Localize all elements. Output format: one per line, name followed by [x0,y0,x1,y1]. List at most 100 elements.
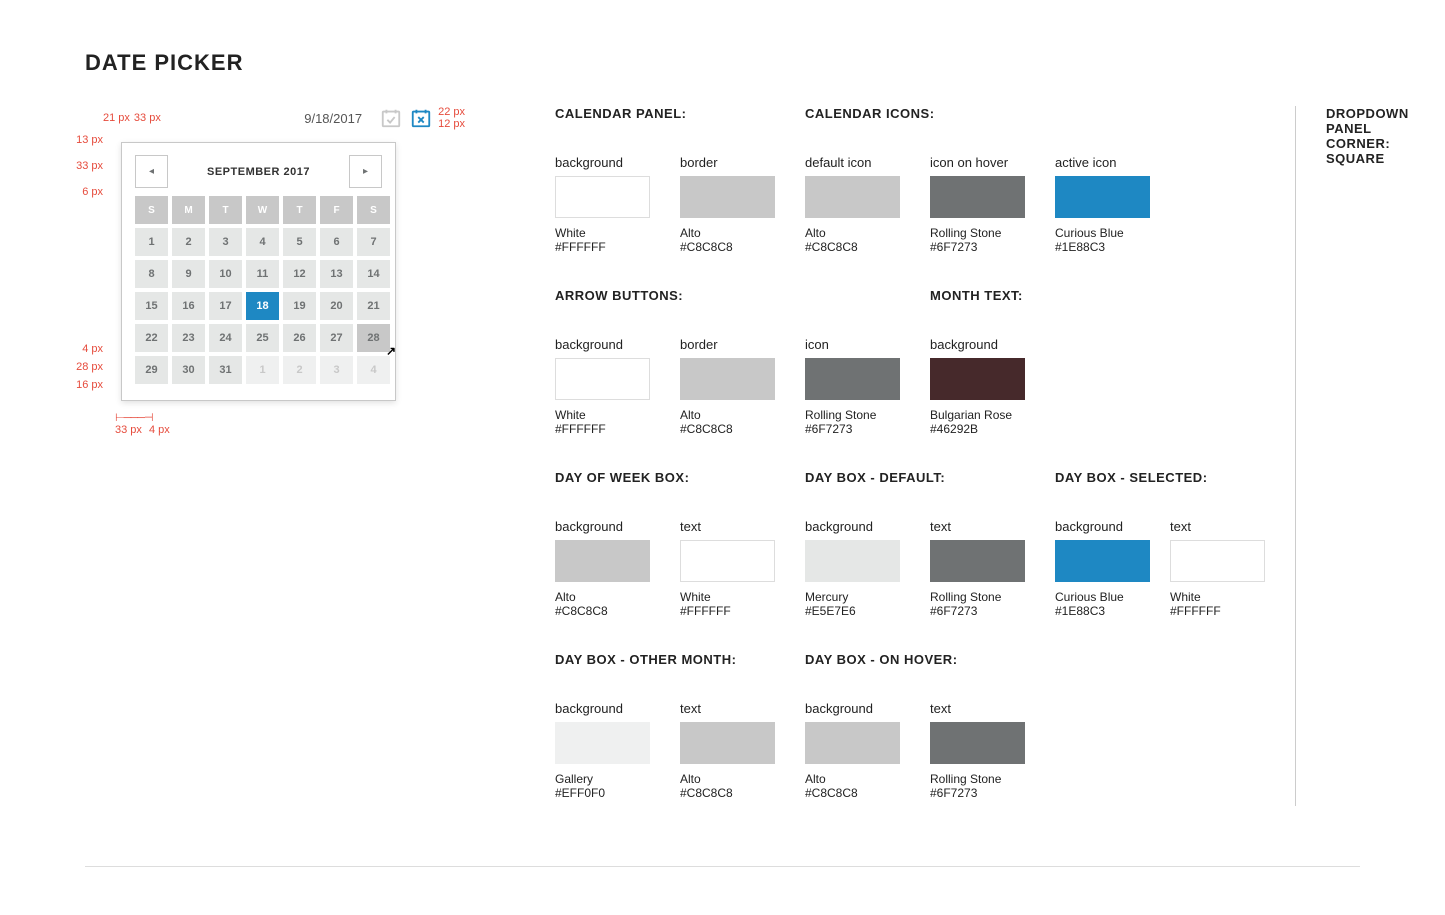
color-swatch [1055,176,1150,218]
day-cell[interactable]: 5 [283,228,316,256]
day-cell[interactable]: 24 [209,324,242,352]
swatch-hex: #FFFFFF [1170,604,1265,618]
color-swatch [930,176,1025,218]
dow-header: T [209,196,242,224]
day-cell[interactable]: 26 [283,324,316,352]
day-cell[interactable]: 21 [357,292,390,320]
swatch-hex: #C8C8C8 [805,786,900,800]
swatch-pair: backgroundGallery#EFF0F0 [555,701,650,800]
swatch-label: border [680,155,775,170]
day-cell[interactable]: 19 [283,292,316,320]
day-cell[interactable]: 23 [172,324,205,352]
day-cell[interactable]: 31 [209,356,242,384]
day-cell[interactable]: 13 [320,260,353,288]
color-swatch [680,540,775,582]
dow-header: M [172,196,205,224]
day-cell[interactable]: 12 [283,260,316,288]
dow-header: T [283,196,316,224]
spec-section-head: DAY OF WEEK BOX: [555,470,775,485]
day-cell[interactable]: 3 [209,228,242,256]
day-cell[interactable]: 4 [246,228,279,256]
color-swatch [930,358,1025,400]
swatch-label: background [555,701,650,716]
spec-section-head: MONTH TEXT: [930,288,1265,303]
day-cell[interactable]: 11 [246,260,279,288]
day-cell[interactable]: 3 [320,356,353,384]
day-cell[interactable]: 18 [246,292,279,320]
spec-section-head: DAY BOX - ON HOVER: [805,652,1025,667]
swatch-name: White [680,590,775,604]
swatch-name: White [1170,590,1265,604]
swatch-hex: #C8C8C8 [555,604,650,618]
swatch-label: background [555,519,650,534]
day-cell[interactable]: 16 [172,292,205,320]
day-cell[interactable]: 27 [320,324,353,352]
day-cell[interactable]: 25 [246,324,279,352]
color-swatch [930,540,1025,582]
swatch-label: active icon [1055,155,1265,170]
swatch-label: background [805,701,900,716]
swatch-hex: #FFFFFF [555,240,650,254]
swatch-pair: iconRolling Stone#6F7273 [805,337,900,436]
swatch-label: background [1055,519,1150,534]
calendar-clear-icon[interactable] [410,107,432,129]
day-cell[interactable]: 17 [209,292,242,320]
swatch-hex: #FFFFFF [680,604,775,618]
swatch-pair: active icon Curious Blue#1E88C3 [1055,155,1265,254]
color-swatch [680,722,775,764]
swatch-label: text [930,519,1025,534]
swatch-name: Curious Blue [1055,590,1150,604]
day-cell[interactable]: 7 [357,228,390,256]
swatch-hex: #1E88C3 [1055,240,1265,254]
day-cell[interactable]: 30 [172,356,205,384]
day-cell[interactable]: 15 [135,292,168,320]
swatch-pair: backgroundBulgarian Rose#46292B [930,337,1025,436]
day-cell[interactable]: 14 [357,260,390,288]
swatch-pair: textRolling Stone#6F7273 [930,701,1025,800]
day-cell[interactable]: 4 [357,356,390,384]
day-cell[interactable]: 2 [283,356,316,384]
swatch-name: Rolling Stone [930,590,1025,604]
day-cell[interactable]: 1 [135,228,168,256]
swatch-label: icon [805,337,900,352]
day-cell[interactable]: 22 [135,324,168,352]
day-cell[interactable]: 8 [135,260,168,288]
day-cell[interactable]: 1 [246,356,279,384]
anno-13px: 13 px [76,134,103,146]
swatch-name: Alto [805,226,900,240]
day-cell[interactable]: 6 [320,228,353,256]
swatch-name: Mercury [805,590,900,604]
next-month-button[interactable]: ▸ [349,155,382,188]
day-cell[interactable]: 10 [209,260,242,288]
swatch-pair: backgroundCurious Blue#1E88C3 [1055,519,1150,618]
day-cell[interactable]: 20 [320,292,353,320]
prev-month-button[interactable]: ◂ [135,155,168,188]
swatch-pair: backgroundAlto#C8C8C8 [555,519,650,618]
swatch-label: icon on hover [930,155,1025,170]
calendar-check-icon[interactable] [380,107,402,129]
side-line2: CORNER: SQUARE [1326,136,1409,166]
swatch-name: Curious Blue [1055,226,1265,240]
swatch-pair: borderAlto#C8C8C8 [680,155,775,254]
swatch-name: Rolling Stone [930,226,1025,240]
day-cell[interactable]: 2 [172,228,205,256]
color-swatch [805,540,900,582]
anno-6px: 6 px [82,186,103,198]
spec-section-head: DAY BOX - SELECTED: [1055,470,1265,485]
day-cell[interactable]: 29 [135,356,168,384]
color-swatch [555,540,650,582]
spec-section-head: DAY BOX - DEFAULT: [805,470,1025,485]
swatch-pair: borderAlto#C8C8C8 [680,337,775,436]
color-swatch [805,722,900,764]
anno-33px-col: 33 px [115,424,142,436]
swatch-pair: backgroundMercury#E5E7E6 [805,519,900,618]
swatch-label: default icon [805,155,900,170]
swatch-name: Gallery [555,772,650,786]
color-swatch [1055,540,1150,582]
spec-section-head: DAY BOX - OTHER MONTH: [555,652,775,667]
color-swatch [930,722,1025,764]
day-cell[interactable]: 9 [172,260,205,288]
anno-22px: 22 px [438,106,465,118]
day-cell[interactable]: 28↖ [357,324,390,352]
swatch-pair: textRolling Stone#6F7273 [930,519,1025,618]
